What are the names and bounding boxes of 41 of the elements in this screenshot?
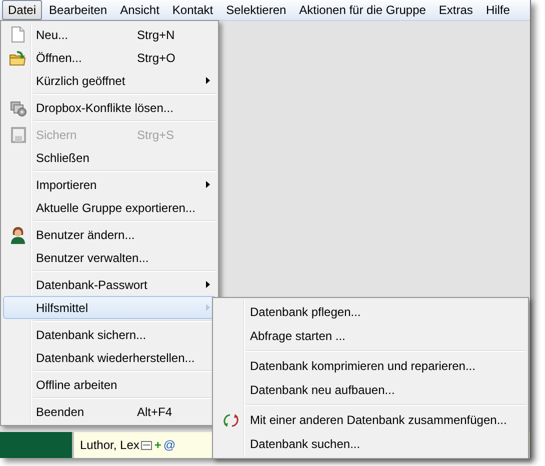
menu-item[interactable]: Mit einer anderen Datenbank zusammenfügen...: [215, 408, 526, 432]
menu-bar-item[interactable]: Kontakt: [166, 0, 220, 20]
menu-item[interactable]: Benutzer ändern...: [3, 223, 216, 246]
plus-marker: +: [154, 438, 162, 452]
menu-item[interactable]: Importieren: [3, 173, 216, 196]
menu-item[interactable]: Hilfsmittel: [3, 296, 216, 319]
menu-item[interactable]: Aktuelle Gruppe exportieren...: [3, 196, 216, 219]
merge-arrows-icon: [223, 412, 239, 428]
menu-bar-item[interactable]: Datei: [2, 0, 42, 20]
menu-bar-item[interactable]: Aktionen für die Gruppe: [293, 0, 432, 20]
at-marker: @: [163, 438, 176, 452]
menu-item[interactable]: Datenbank komprimieren und reparieren...: [215, 354, 526, 378]
menu-item[interactable]: Datenbank pflegen...: [215, 300, 526, 324]
submenu-arrow-icon: [206, 77, 210, 84]
menu-item[interactable]: Abfrage starten ...: [215, 324, 526, 348]
menu-item[interactable]: Schließen: [3, 146, 216, 169]
menu-item[interactable]: Dropbox-Konflikte lösen...: [3, 96, 216, 119]
menu-bar-item[interactable]: Extras: [432, 0, 479, 20]
envelope-icon: [141, 441, 152, 450]
submenu-arrow-icon: [206, 281, 210, 288]
menu-bar-item[interactable]: Selektieren: [220, 0, 292, 20]
menu-bar-item[interactable]: Bearbeiten: [43, 0, 114, 20]
menu-item[interactable]: Öffnen... Strg+O: [3, 46, 216, 69]
menu-item[interactable]: Kürzlich geöffnet: [3, 69, 216, 92]
user-icon: [10, 226, 26, 244]
folder-icon: [9, 49, 27, 66]
menu-bar-item[interactable]: Hilfe: [480, 0, 516, 20]
contact-name: Luthor, Lex: [80, 438, 140, 452]
menu-bar-item[interactable]: Ansicht: [114, 0, 166, 20]
menu-item[interactable]: Neu... Strg+N: [3, 23, 216, 46]
menu-item[interactable]: Benutzer verwalten...: [3, 246, 216, 269]
menu-item[interactable]: Datenbank suchen...: [215, 432, 526, 456]
submenu-arrow-icon: [206, 181, 210, 188]
menu-item[interactable]: Datenbank sichern...: [3, 323, 216, 346]
menu-item[interactable]: Datenbank-Passwort: [3, 273, 216, 296]
menu-item[interactable]: Datenbank neu aufbauen...: [215, 378, 526, 402]
submenu-arrow-icon: [206, 304, 210, 311]
menu-item[interactable]: Offline arbeiten: [3, 373, 216, 396]
document-icon: [11, 26, 25, 43]
menu-item[interactable]: Beenden Alt+F4: [3, 400, 216, 423]
menu-item[interactable]: Datenbank wiederherstellen...: [3, 346, 216, 369]
